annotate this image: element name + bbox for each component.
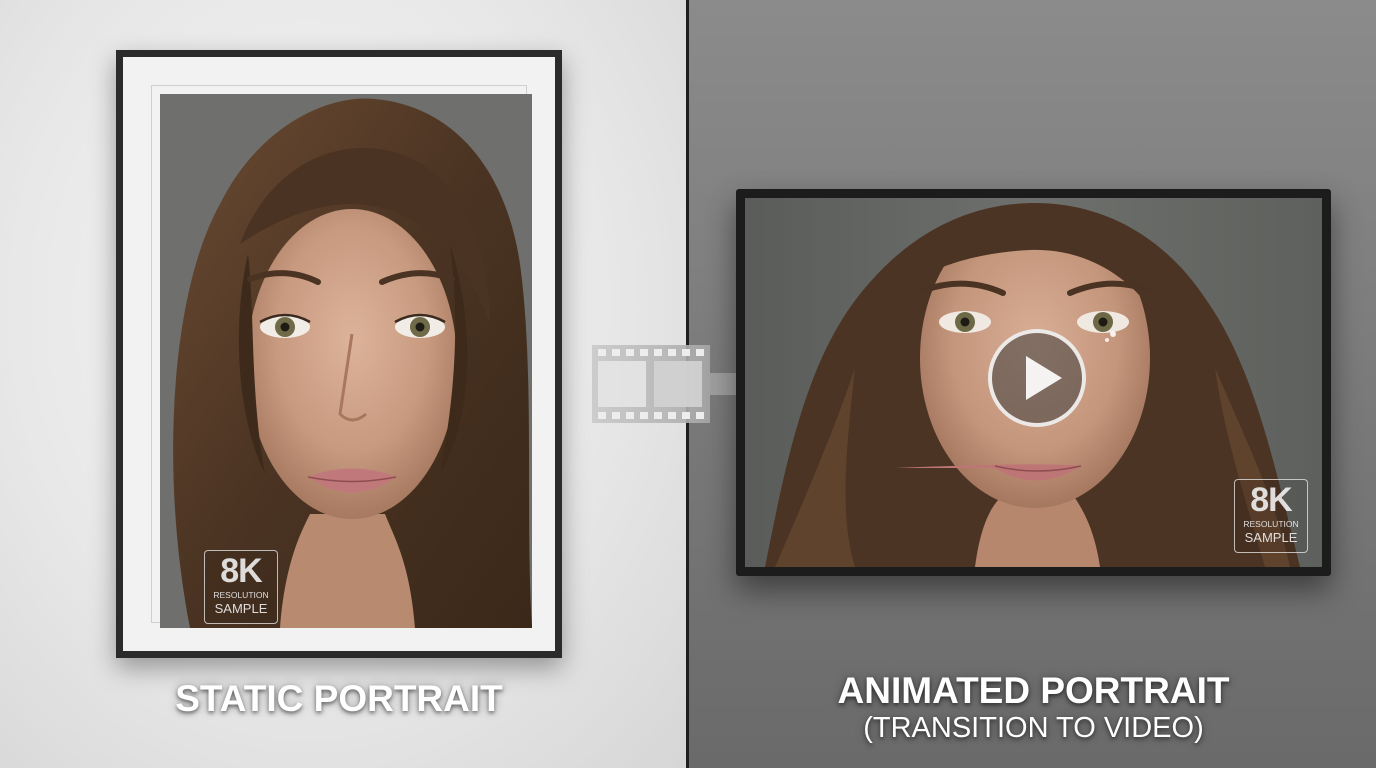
- badge-resolution-label: RESOLUTION: [1243, 519, 1299, 529]
- badge-8k-label: 8K: [220, 552, 262, 590]
- play-button[interactable]: [988, 329, 1086, 427]
- badge-sample-label: SAMPLE: [1244, 530, 1298, 545]
- animated-portrait-video[interactable]: 8K RESOLUTION SAMPLE: [745, 198, 1322, 567]
- resolution-badge: 8K RESOLUTION SAMPLE: [1234, 479, 1308, 553]
- badge-resolution-label: RESOLUTION: [213, 590, 269, 600]
- static-portrait-caption: STATIC PORTRAIT: [175, 678, 503, 719]
- picture-frame: 8K RESOLUTION SAMPLE: [116, 50, 562, 658]
- video-display: 8K RESOLUTION SAMPLE: [736, 189, 1331, 576]
- animated-portrait-caption: ANIMATED PORTRAIT: [837, 670, 1230, 711]
- portrait-illustration: [160, 94, 532, 628]
- resolution-badge: 8K RESOLUTION SAMPLE: [204, 550, 278, 624]
- animated-portrait-subcaption: (TRANSITION TO VIDEO): [863, 712, 1204, 744]
- badge-sample-label: SAMPLE: [214, 601, 268, 616]
- badge-8k-label: 8K: [1250, 481, 1292, 519]
- play-icon: [1026, 356, 1062, 400]
- static-portrait-photo: 8K RESOLUTION SAMPLE: [160, 94, 532, 628]
